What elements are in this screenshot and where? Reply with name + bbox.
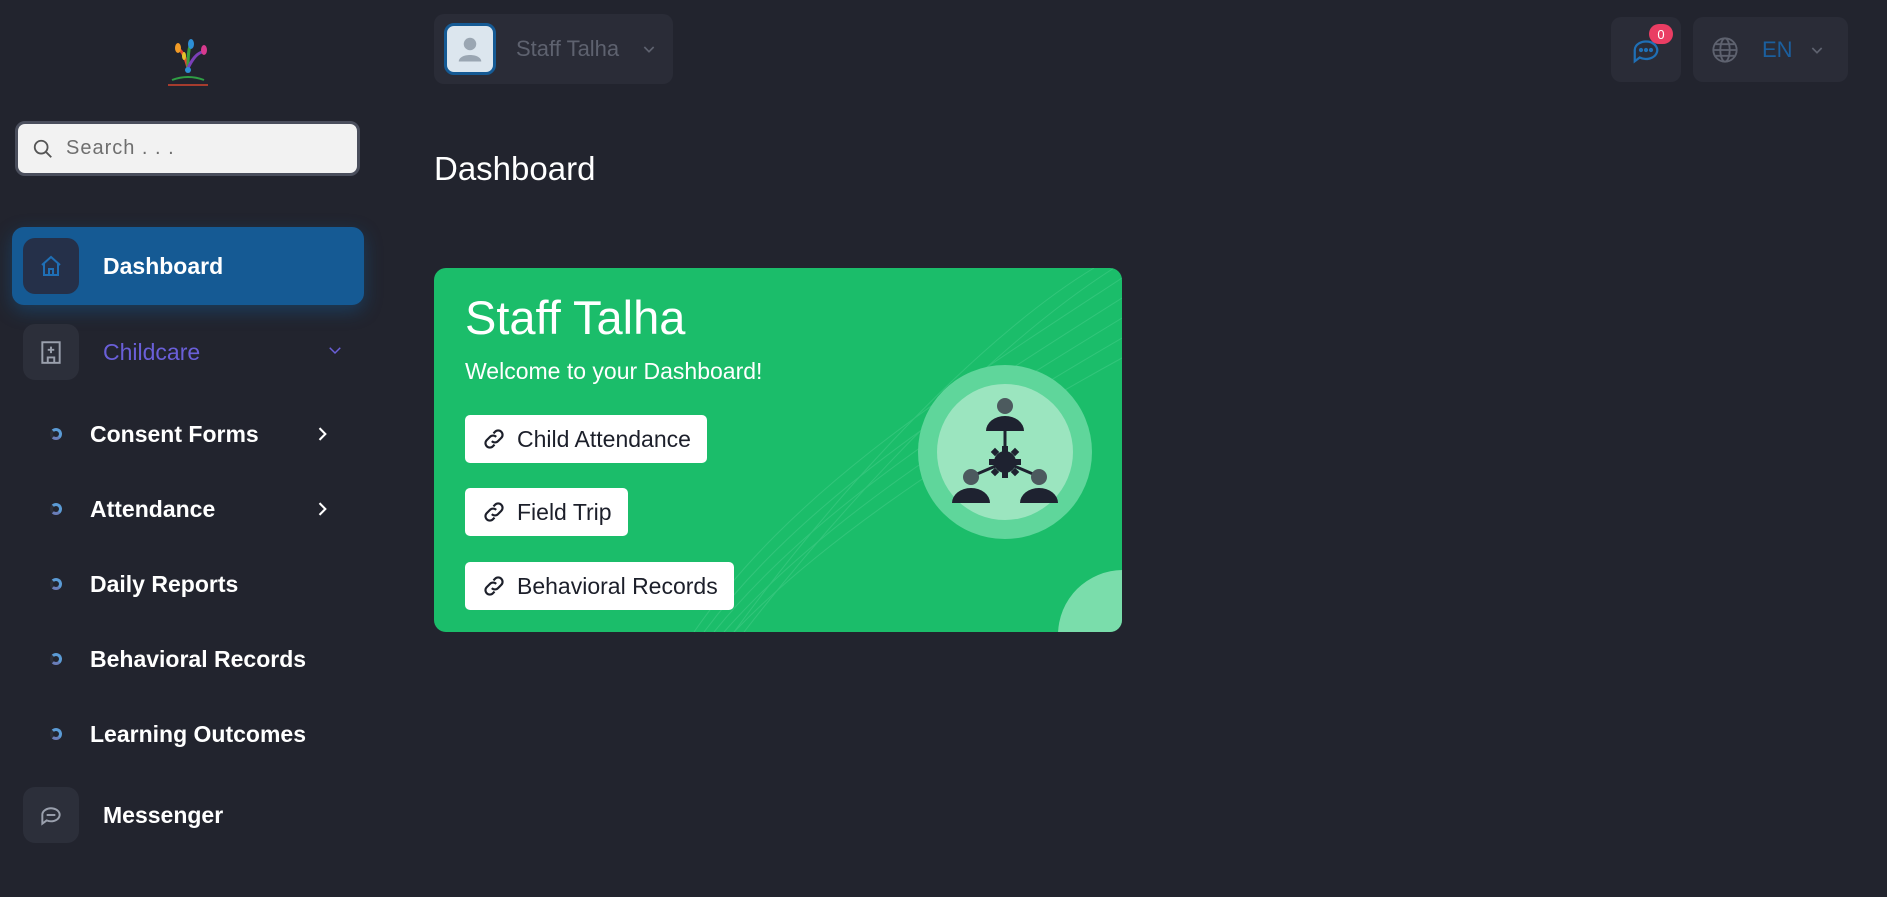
search-input[interactable] [66,137,336,160]
welcome-card: Staff Talha Welcome to your Dashboard! C… [434,268,1122,632]
bullet-icon [50,728,62,740]
chevron-right-icon [318,502,327,516]
sidebar-subitem-behavioral-records[interactable]: Behavioral Records [50,639,350,679]
chat-icon [23,787,79,843]
link-label: Field Trip [517,498,612,525]
link-icon [484,502,504,522]
sidebar-item-childcare[interactable]: Childcare [12,313,364,391]
page-title: Dashboard [434,150,596,187]
field-trip-link[interactable]: Field Trip [465,488,628,536]
sidebar-subitem-label: Attendance [90,495,216,522]
avatar [444,23,496,75]
sidebar-item-messenger[interactable]: Messenger [12,776,364,854]
sidebar-item-label: Dashboard [103,252,224,279]
bullet-icon [50,503,62,515]
bullet-icon [50,428,62,440]
bullet-icon [50,653,62,665]
sidebar-item-dashboard[interactable]: Dashboard [12,227,364,305]
link-label: Child Attendance [517,425,691,452]
sidebar-item-label: Messenger [103,801,224,828]
search-icon [33,139,52,158]
chevron-right-icon [318,427,327,441]
link-icon [484,576,504,596]
user-menu[interactable]: Staff Talha [434,14,673,84]
sidebar-subitem-consent-forms[interactable]: Consent Forms [50,414,350,454]
home-icon [23,238,79,294]
hospital-icon [23,324,79,380]
chevron-down-icon [1811,46,1822,54]
chevron-down-icon [329,347,341,355]
user-icon [458,37,482,62]
sidebar-subitem-attendance[interactable]: Attendance [50,489,350,529]
sidebar-subitem-label: Consent Forms [90,420,259,447]
search-box[interactable] [15,121,360,176]
chevron-down-icon [643,46,655,53]
link-icon [484,429,504,449]
behavioral-records-link[interactable]: Behavioral Records [465,562,734,610]
sidebar-subitem-daily-reports[interactable]: Daily Reports [50,564,350,604]
user-name: Staff Talha [516,36,620,61]
bullet-icon [50,578,62,590]
globe-icon [1712,36,1738,63]
child-attendance-link[interactable]: Child Attendance [465,415,707,463]
card-title: Staff Talha [465,291,686,344]
card-subtitle: Welcome to your Dashboard! [465,358,763,384]
language-selector[interactable]: EN [1693,17,1848,82]
sidebar-subitem-label: Learning Outcomes [90,720,306,747]
sidebar-subitem-learning-outcomes[interactable]: Learning Outcomes [50,714,350,754]
language-label: EN [1762,36,1793,62]
sidebar-item-label: Childcare [103,338,201,365]
link-label: Behavioral Records [517,572,718,599]
team-network-icon [918,365,1092,539]
sidebar: Dashboard Childcare Consent Forms Attend… [0,0,370,897]
app-logo[interactable] [160,38,216,92]
sidebar-subitem-label: Behavioral Records [90,645,307,672]
messages-count-badge: 0 [1649,24,1673,44]
sidebar-subitem-label: Daily Reports [90,570,239,597]
